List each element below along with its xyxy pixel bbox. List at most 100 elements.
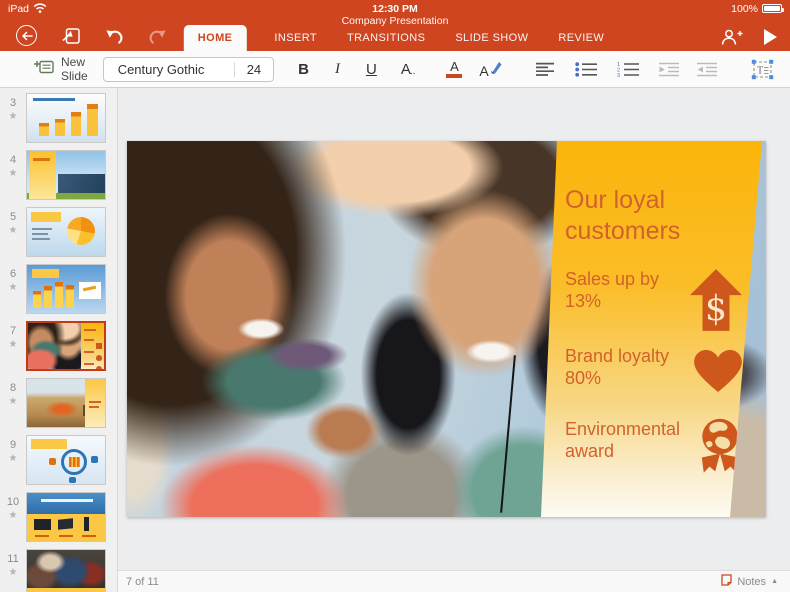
slide-thumbnail[interactable]: [26, 264, 106, 314]
current-slide[interactable]: Our loyal customers Sales up by 13% $ Br…: [127, 141, 766, 517]
title-chrome: iPad 12:30 PM 100% Company Presentation …: [0, 0, 790, 51]
slide-thumbnail-panel: 3★ 4★ 5★ 6★ 7★ 8★: [0, 88, 118, 592]
indent-button[interactable]: [696, 62, 718, 77]
transition-star-icon: ★: [0, 509, 26, 522]
transition-star-icon: ★: [0, 338, 26, 351]
slide-number: 6: [0, 267, 26, 281]
slide-number: 10: [0, 495, 26, 509]
slide-thumbnail[interactable]: [26, 378, 106, 428]
brush-icon: [489, 60, 502, 79]
highlight-button[interactable]: A: [479, 60, 501, 79]
thumbnail-row-10: 10★: [0, 492, 117, 542]
new-slide-icon: [33, 58, 54, 80]
thumbnail-row-11: 11★: [0, 549, 117, 592]
slide-thumbnail[interactable]: [26, 492, 106, 542]
notes-label: Notes: [737, 576, 766, 588]
font-name-select[interactable]: Century Gothic: [104, 62, 234, 77]
transition-star-icon: ★: [0, 224, 26, 237]
bullets-button[interactable]: [575, 62, 597, 77]
thumbnail-row-5: 5★: [0, 207, 117, 257]
thumbnail-row-7-selected: 7★: [0, 321, 117, 371]
slide-number: 4: [0, 153, 26, 167]
new-slide-button[interactable]: New Slide: [33, 55, 88, 83]
slide-thumbnail[interactable]: [26, 93, 106, 143]
redo-button[interactable]: [148, 28, 167, 44]
slide-title[interactable]: Our loyal customers: [565, 185, 735, 246]
slide-canvas: Our loyal customers Sales up by 13% $ Br…: [118, 88, 790, 570]
transition-star-icon: ★: [0, 110, 26, 123]
align-left-button[interactable]: [535, 62, 555, 77]
slide-number: 9: [0, 438, 26, 452]
clock: 12:30 PM: [372, 3, 418, 15]
tab-home[interactable]: HOME: [184, 25, 247, 51]
slide-number: 11: [0, 552, 26, 566]
slide-bullet-sales[interactable]: Sales up by 13% $: [565, 269, 742, 336]
italic-button[interactable]: I: [335, 61, 340, 78]
tab-slide-show[interactable]: SLIDE SHOW: [453, 25, 530, 51]
slide-number: 8: [0, 381, 26, 395]
slide-bullet-award[interactable]: Environmental award: [565, 419, 742, 480]
ribbon: HOME INSERT TRANSITIONS SLIDE SHOW REVIE…: [0, 23, 790, 51]
slide-position-indicator: 7 of 11: [126, 576, 159, 588]
transition-star-icon: ★: [0, 281, 26, 294]
slide-thumbnail[interactable]: [26, 549, 106, 592]
home-toolbar: New Slide Century Gothic 24 B I U A.. A …: [0, 51, 790, 88]
status-bar: iPad 12:30 PM 100%: [0, 2, 790, 15]
numbering-button[interactable]: 123: [617, 61, 639, 77]
slide-number: 7: [0, 324, 26, 338]
hoodie-cord: [500, 356, 516, 513]
svg-text:3: 3: [617, 73, 620, 77]
notes-toggle[interactable]: Notes ▲: [721, 574, 778, 589]
tab-review[interactable]: REVIEW: [556, 25, 606, 51]
share-people-button[interactable]: [720, 29, 743, 45]
font-color-swatch: [446, 74, 462, 78]
outdent-button[interactable]: [658, 62, 680, 77]
underline-button[interactable]: U: [366, 61, 377, 78]
device-label: iPad: [8, 3, 29, 15]
dollar-arrow-up-icon: $: [690, 269, 742, 336]
ribbon-tabs: HOME INSERT TRANSITIONS SLIDE SHOW REVIE…: [184, 25, 606, 51]
transition-star-icon: ★: [0, 167, 26, 180]
slide-thumbnail[interactable]: [26, 207, 106, 257]
bullet-text: Brand loyalty 80%: [565, 346, 694, 389]
slide-number: 3: [0, 96, 26, 110]
slide-number: 5: [0, 210, 26, 224]
present-play-button[interactable]: [763, 28, 778, 46]
thumbnail-row-8: 8★: [0, 378, 117, 428]
battery-percent: 100%: [731, 3, 758, 15]
wifi-icon: [33, 2, 47, 16]
slide-thumbnail[interactable]: [26, 435, 106, 485]
undo-button[interactable]: [105, 28, 124, 44]
notes-icon: [721, 574, 732, 589]
back-button[interactable]: [16, 25, 37, 46]
thumbnail-row-3: 3★: [0, 93, 117, 143]
svg-text:$: $: [705, 289, 727, 329]
thumbnail-row-4: 4★: [0, 150, 117, 200]
tab-transitions[interactable]: TRANSITIONS: [345, 25, 427, 51]
font-controls: Century Gothic 24: [103, 57, 274, 82]
bullet-text: Environmental award: [565, 419, 698, 462]
tab-insert[interactable]: INSERT: [272, 25, 319, 51]
slide-yellow-panel[interactable]: Our loyal customers Sales up by 13% $ Br…: [531, 141, 766, 517]
transition-star-icon: ★: [0, 566, 26, 579]
text-box-button[interactable]: T: [751, 59, 774, 80]
slide-thumbnail-selected[interactable]: [26, 321, 106, 371]
font-size-select[interactable]: 24: [234, 62, 273, 77]
bullet-text: Sales up by 13%: [565, 269, 690, 312]
thumbnail-row-6: 6★: [0, 264, 117, 314]
notes-expand-caret-icon: ▲: [771, 578, 778, 585]
file-actions-button[interactable]: [61, 27, 81, 45]
heart-icon: [694, 350, 742, 397]
font-formatting-button[interactable]: A..: [401, 61, 416, 78]
slide-bullet-loyalty[interactable]: Brand loyalty 80%: [565, 346, 742, 397]
powerpoint-app: iPad 12:30 PM 100% Company Presentation …: [0, 0, 790, 592]
svg-text:T: T: [757, 65, 763, 76]
thumbnail-row-9: 9★: [0, 435, 117, 485]
bold-button[interactable]: B: [298, 61, 309, 78]
transition-star-icon: ★: [0, 452, 26, 465]
battery-icon: [762, 4, 782, 13]
font-color-button[interactable]: A: [446, 60, 462, 79]
transition-star-icon: ★: [0, 395, 26, 408]
new-slide-label: New Slide: [61, 55, 88, 83]
slide-thumbnail[interactable]: [26, 150, 106, 200]
